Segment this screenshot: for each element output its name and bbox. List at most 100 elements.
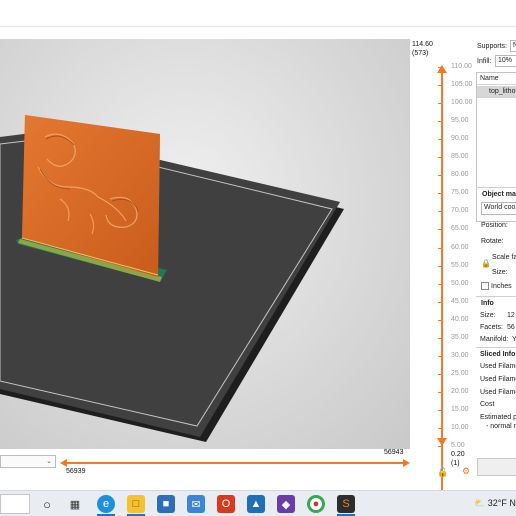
edge-icon[interactable]: e — [97, 495, 115, 513]
right-thumb-arrow[interactable] — [403, 459, 410, 467]
layer-tick-label: 25.00 — [451, 369, 469, 377]
layer-tick-label: 10.00 — [451, 424, 469, 431]
layer-tick-label: 30.00 — [451, 351, 469, 359]
scale-label: Scale fa — [492, 254, 516, 261]
layer-tick — [438, 409, 442, 411]
sliced-info-title: Sliced Info — [480, 351, 516, 358]
file-explorer-icon[interactable]: □ — [127, 495, 145, 513]
layer-tick-label: 50.00 — [451, 279, 469, 287]
layer-tick-label: 100.00 — [451, 99, 473, 107]
layer-tick-label: 75.00 — [451, 189, 469, 197]
section-divider — [476, 347, 516, 348]
app-window: 114.60 (573) 110.00 105.00 100.00 95.00 90.0… — [0, 0, 516, 497]
move-slider-track[interactable] — [66, 462, 404, 464]
search-box[interactable] — [0, 494, 30, 514]
object-list-header[interactable]: Name — [477, 73, 516, 85]
layer-tick — [438, 211, 442, 213]
move-left-value: 56939 — [66, 468, 86, 475]
layer-tick — [438, 355, 442, 357]
layer-tick — [438, 391, 442, 393]
top-divider — [0, 26, 516, 27]
cost-label: Cost — [480, 401, 495, 408]
export-gcode-button[interactable] — [477, 458, 516, 476]
info-facets-label: Facets: — [480, 324, 503, 331]
scale-lock-icon[interactable]: 🔒 — [481, 259, 491, 268]
layer-tick — [438, 67, 442, 68]
info-manifold-label: Manifold: — [480, 336, 509, 343]
layer-tick — [438, 229, 442, 231]
layer-tick-label: 55.00 — [451, 261, 469, 269]
info-size-label: Size: — [480, 312, 496, 319]
office-icon[interactable]: O — [217, 495, 235, 513]
search-icon[interactable]: ○ — [38, 495, 56, 513]
layer-tick-label: 110.00 — [451, 63, 472, 70]
gear-icon[interactable]: ⚙ — [462, 466, 472, 476]
layer-tick — [438, 337, 442, 339]
used-filament-2-label: Used Filame — [480, 376, 516, 383]
layer-tick-label: 60.00 — [451, 243, 469, 251]
move-right-value: 56943 — [384, 449, 404, 456]
supports-select[interactable]: N — [510, 40, 516, 52]
object-manipulation-title: Object ma — [482, 191, 516, 198]
info-facets-value: 56 — [507, 324, 515, 331]
layer-tick-label: 45.00 — [451, 297, 469, 305]
layer-tick — [438, 139, 442, 141]
store-icon[interactable]: ■ — [157, 495, 175, 513]
scene-svg — [0, 115, 344, 442]
layer-slider-vertical[interactable]: 114.60 (573) 110.00 105.00 100.00 95.00 90.0… — [410, 39, 474, 497]
info-size-value: 12 — [507, 312, 515, 319]
used-filament-1-label: Used Filame — [480, 363, 516, 370]
chrome-icon[interactable]: ● — [307, 495, 325, 513]
infill-label: Infill: — [477, 58, 492, 65]
layer-tick — [438, 121, 442, 123]
mail-icon[interactable]: ✉ — [187, 495, 205, 513]
inches-checkbox[interactable] — [481, 282, 489, 290]
layer-tick-label: 20.00 — [451, 387, 469, 395]
layer-tick — [438, 265, 442, 267]
rotate-label: Rotate: — [481, 238, 504, 245]
task-view-icon[interactable]: ▦ — [66, 495, 84, 513]
layer-tick — [438, 247, 442, 249]
normal-mode-label: - normal m — [486, 423, 516, 430]
object-list[interactable]: Name top_litho — [476, 72, 516, 222]
view-type-select[interactable]: ⌄ — [0, 455, 56, 468]
used-filament-3-label: Used Filame — [480, 389, 516, 396]
section-divider — [476, 187, 516, 188]
weather-extra: N — [509, 498, 516, 508]
lower-thumb-arrow[interactable] — [437, 438, 447, 446]
lock-icon[interactable]: 🔓 — [437, 467, 448, 477]
app-icon-blue[interactable]: ▲ — [247, 495, 265, 513]
layer-tick — [438, 428, 442, 429]
app-icon-purple[interactable]: ◆ — [277, 495, 295, 513]
weather-widget[interactable]: ⛅ 32°F N — [474, 498, 516, 509]
size-label: Size: — [492, 269, 508, 276]
layer-tick-label: 65.00 — [451, 225, 469, 233]
layer-tick — [438, 175, 442, 177]
3d-viewport[interactable] — [0, 39, 410, 449]
chevron-down-icon: ⌄ — [46, 458, 52, 465]
prusaslicer-icon[interactable]: S — [337, 495, 355, 513]
coordinates-select[interactable]: World coo — [481, 202, 516, 215]
move-slider-horizontal[interactable]: ⌄ 56939 56943 — [0, 449, 410, 481]
layer-top-height: 114.60 — [412, 41, 433, 48]
layer-tick-label: 5.00 — [451, 442, 465, 450]
layer-tick — [438, 85, 442, 87]
position-label: Position: — [481, 222, 508, 229]
window-top-area — [0, 0, 516, 26]
object-list-item[interactable]: top_litho — [477, 86, 516, 98]
supports-label: Supports: — [477, 43, 507, 50]
layer-top-readout: 114.60 (573) — [412, 40, 433, 58]
infill-select[interactable]: 10% — [495, 55, 516, 67]
info-title: Info — [481, 300, 494, 307]
layer-tick — [438, 283, 442, 285]
weather-temp: 32°F — [487, 498, 507, 508]
section-divider — [476, 296, 516, 297]
inches-label: Inches — [491, 283, 512, 290]
weather-icon: ⛅ — [474, 498, 486, 508]
layer-tick-label: 105.00 — [451, 81, 473, 89]
layer-tick — [438, 319, 442, 321]
layer-tick — [438, 157, 442, 159]
layer-tick — [438, 103, 442, 105]
layer-tick — [438, 193, 442, 195]
layer-tick-label: 95.00 — [451, 117, 469, 125]
